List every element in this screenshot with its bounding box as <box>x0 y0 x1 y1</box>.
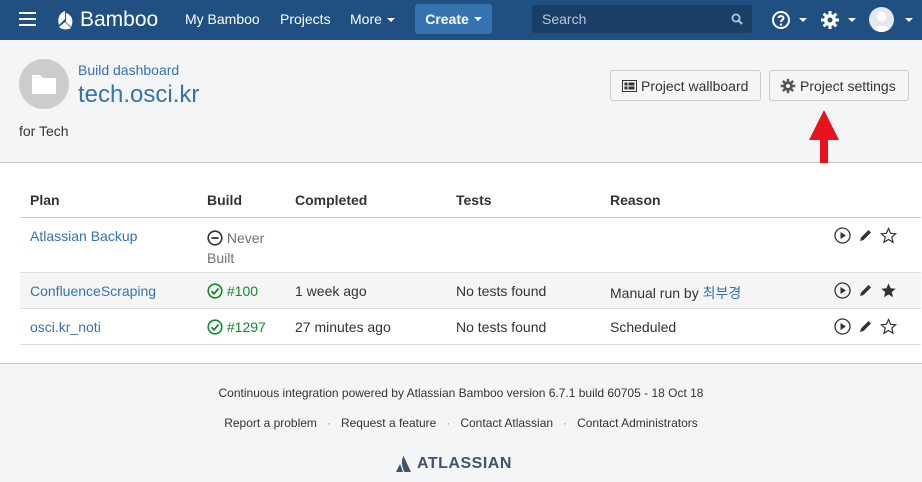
plan-link[interactable]: Atlassian Backup <box>30 228 137 244</box>
star-outline-icon[interactable] <box>880 318 897 335</box>
never-built-icon <box>207 230 223 246</box>
search-icon <box>731 13 743 25</box>
table-header: Plan Build Completed Tests Reason <box>20 183 921 218</box>
page-title[interactable]: tech.osci.kr <box>78 81 199 109</box>
wallboard-label: Project wallboard <box>641 77 749 94</box>
run-icon[interactable] <box>834 318 851 335</box>
footer-separator: · <box>446 416 451 430</box>
build-reason: Scheduled <box>610 319 677 335</box>
reason-user-link[interactable]: 최부경 <box>703 285 742 301</box>
footer-link-request-feature[interactable]: Request a feature <box>341 416 436 430</box>
user-avatar[interactable] <box>869 7 894 32</box>
footer-link-contact-atlassian[interactable]: Contact Atlassian <box>460 416 553 430</box>
project-wallboard-button[interactable]: Project wallboard <box>610 70 761 101</box>
run-icon[interactable] <box>834 282 851 299</box>
star-outline-icon[interactable] <box>880 227 897 244</box>
create-button[interactable]: Create <box>415 4 492 34</box>
chevron-down-icon <box>848 18 856 22</box>
table-row: Atlassian Backup Never Built <box>20 218 921 273</box>
chevron-down-icon <box>473 17 482 21</box>
success-icon <box>207 319 223 335</box>
help-icon[interactable] <box>771 10 791 30</box>
footer-separator: · <box>326 416 331 430</box>
tests-result: No tests found <box>456 283 547 299</box>
reason-text: Manual run by <box>610 285 699 301</box>
project-header: Build dashboard tech.osci.kr for Tech Pr… <box>0 40 922 163</box>
edit-icon[interactable] <box>857 227 874 244</box>
project-description: for Tech <box>19 123 69 139</box>
success-icon <box>207 283 223 299</box>
footer-links: Report a problem · Request a feature · Conta… <box>0 416 922 430</box>
completed-time: 1 week ago <box>295 283 367 299</box>
build-number: #100 <box>226 283 259 299</box>
folder-icon <box>32 75 56 94</box>
plans-table: Plan Build Completed Tests Reason Atlass… <box>20 183 921 345</box>
star-filled-icon[interactable] <box>880 282 897 299</box>
search-input[interactable]: Search <box>532 5 752 33</box>
atlassian-logo[interactable]: ATLASSIAN <box>395 455 512 473</box>
chevron-down-icon <box>905 18 913 22</box>
table-row: ConfluenceScraping #100 1 week ago No te… <box>20 273 921 309</box>
app-name: Bamboo <box>80 8 159 31</box>
plan-link[interactable]: ConfluenceScraping <box>30 283 156 299</box>
footer-link-contact-admins[interactable]: Contact Administrators <box>577 416 698 430</box>
table-row: osci.kr_noti #1297 27 minutes ago No tes… <box>20 309 921 345</box>
footer-powered-by: Continuous integration powered by Atlass… <box>218 386 704 400</box>
edit-icon[interactable] <box>857 318 874 335</box>
project-avatar <box>19 59 69 109</box>
nav-my-bamboo[interactable]: My Bamboo <box>185 11 260 27</box>
create-label: Create <box>425 11 469 27</box>
bamboo-logo-icon <box>58 11 73 30</box>
atlassian-logo-icon <box>396 456 411 472</box>
breadcrumb[interactable]: Build dashboard <box>78 62 179 78</box>
row-actions <box>834 318 897 335</box>
nav-more[interactable]: More <box>350 11 395 27</box>
menu-icon[interactable] <box>19 12 36 28</box>
plan-link[interactable]: osci.kr_noti <box>30 319 101 335</box>
settings-label: Project settings <box>800 77 896 94</box>
chevron-down-icon <box>386 18 395 23</box>
gear-icon <box>780 78 796 93</box>
chevron-down-icon <box>799 18 807 22</box>
tests-result: No tests found <box>456 319 547 335</box>
user-icon <box>872 11 891 32</box>
build-reason: Manual run by 최부경 <box>610 283 741 303</box>
build-status: Never Built <box>207 228 277 268</box>
edit-icon[interactable] <box>857 282 874 299</box>
project-settings-button[interactable]: Project settings <box>769 70 909 101</box>
row-actions <box>834 282 897 299</box>
col-reason: Reason <box>610 192 661 208</box>
search-placeholder: Search <box>542 11 587 27</box>
completed-time: 27 minutes ago <box>295 319 391 335</box>
col-build: Build <box>207 192 242 208</box>
build-status[interactable]: #1297 <box>207 319 266 335</box>
nav-projects[interactable]: Projects <box>280 11 331 27</box>
gear-icon[interactable] <box>820 10 840 30</box>
wallboard-icon <box>622 79 637 92</box>
col-tests: Tests <box>456 192 492 208</box>
top-navigation-bar: Bamboo My Bamboo Projects More Create Se… <box>0 0 922 40</box>
build-number: #1297 <box>226 319 266 335</box>
col-completed: Completed <box>295 192 368 208</box>
footer-link-report-problem[interactable]: Report a problem <box>224 416 317 430</box>
row-actions <box>834 227 897 244</box>
build-status[interactable]: #100 <box>207 283 258 299</box>
bamboo-logo[interactable]: Bamboo <box>55 7 158 33</box>
run-icon[interactable] <box>834 227 851 244</box>
atlassian-wordmark: ATLASSIAN <box>417 455 512 472</box>
footer-separator: · <box>563 416 568 430</box>
nav-more-label: More <box>350 11 382 27</box>
plans-panel: Plan Build Completed Tests Reason Atlass… <box>0 163 922 364</box>
col-plan: Plan <box>30 192 60 208</box>
